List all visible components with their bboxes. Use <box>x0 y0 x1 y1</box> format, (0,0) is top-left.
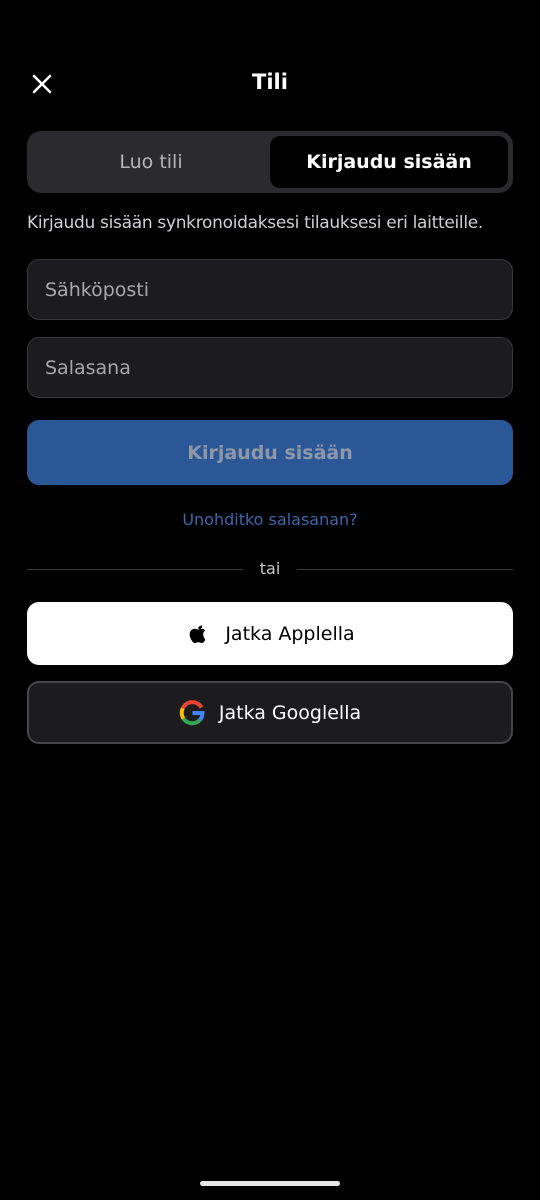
divider-line-right <box>297 569 513 570</box>
auth-mode-tabs: Luo tili Kirjaudu sisään <box>27 131 513 193</box>
email-field[interactable] <box>27 259 513 320</box>
page-title: Tili <box>252 70 288 94</box>
divider-label: tai <box>259 559 281 578</box>
header: Tili <box>0 54 540 114</box>
tab-sign-in[interactable]: Kirjaudu sisään <box>270 136 508 188</box>
apple-button-label: Jatka Applella <box>225 622 355 645</box>
google-icon <box>179 699 205 726</box>
forgot-password-link[interactable]: Unohditko salasanan? <box>0 510 540 529</box>
continue-with-google-button[interactable]: Jatka Googlella <box>27 681 513 744</box>
password-field[interactable] <box>27 337 513 398</box>
divider-line-left <box>27 569 243 570</box>
sign-in-description: Kirjaudu sisään synkronoidaksesi tilauks… <box>27 213 484 233</box>
sign-in-button[interactable]: Kirjaudu sisään <box>27 420 513 485</box>
home-indicator[interactable] <box>200 1181 340 1186</box>
tab-create-account[interactable]: Luo tili <box>32 136 270 188</box>
google-button-label: Jatka Googlella <box>218 701 362 724</box>
continue-with-apple-button[interactable]: Jatka Applella <box>27 602 513 665</box>
apple-icon <box>185 621 211 647</box>
